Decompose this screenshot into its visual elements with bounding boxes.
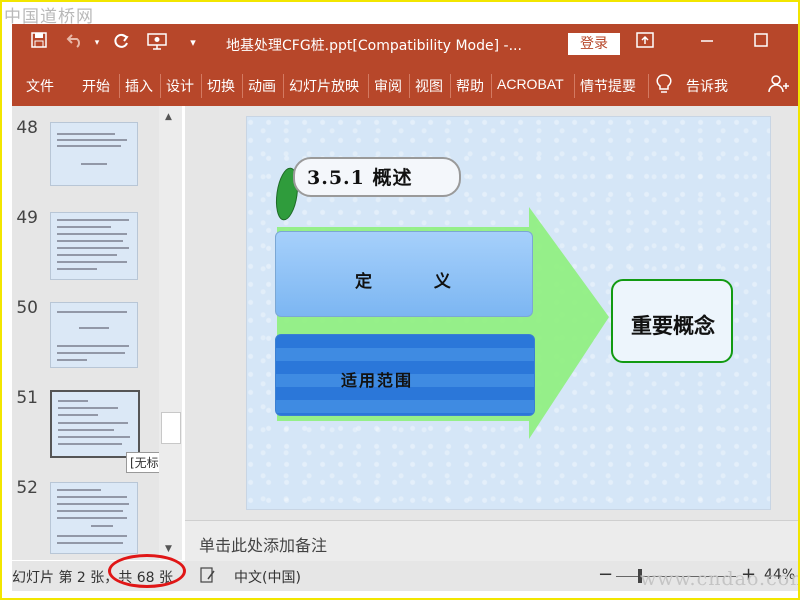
slide-editing-area: 3.5.1 概述 定 义 适用范围 重要概念 bbox=[185, 106, 798, 520]
slide-number: 50 bbox=[16, 298, 38, 318]
tab-animations[interactable]: 动画 bbox=[248, 76, 276, 96]
save-icon[interactable] bbox=[28, 32, 50, 54]
watermark-bottom: www.cndao.com bbox=[640, 568, 800, 590]
definition-label: 定 义 bbox=[355, 272, 479, 292]
share-icon[interactable] bbox=[768, 74, 790, 98]
thumbnail-scrollbar[interactable]: ▲ ▼ bbox=[159, 106, 182, 560]
minimize-icon[interactable] bbox=[696, 32, 718, 54]
document-title: 地基处理CFG桩.ppt[Compatibility Mode] -... bbox=[226, 38, 522, 54]
undo-icon[interactable] bbox=[64, 32, 86, 54]
slide-thumbnail[interactable] bbox=[50, 302, 138, 368]
tab-storyboard[interactable]: 情节提要 bbox=[580, 76, 636, 96]
language-indicator[interactable]: 中文(中国) bbox=[234, 567, 301, 587]
tab-slideshow[interactable]: 幻灯片放映 bbox=[289, 76, 359, 96]
tab-insert[interactable]: 插入 bbox=[125, 76, 153, 96]
slide-number: 52 bbox=[16, 478, 38, 498]
thumbnail-pane: 48 49 50 51 52 [无标题] ▲ ▼ bbox=[12, 106, 182, 560]
maximize-icon[interactable] bbox=[750, 32, 772, 54]
lightbulb-icon[interactable] bbox=[656, 74, 672, 98]
tab-separator bbox=[409, 74, 410, 98]
slide-number: 51 bbox=[16, 388, 38, 408]
tab-design[interactable]: 设计 bbox=[166, 76, 194, 96]
tab-separator bbox=[201, 74, 202, 98]
concept-label: 重要概念 bbox=[631, 313, 715, 338]
tab-view[interactable]: 视图 bbox=[415, 76, 443, 96]
slide-thumbnail[interactable] bbox=[50, 122, 138, 186]
tell-me-search[interactable]: 告诉我 bbox=[686, 76, 728, 96]
tab-separator bbox=[368, 74, 369, 98]
title-bar: ▾ ▾ 地基处理CFG桩.ppt[Compatibility Mode] -..… bbox=[12, 24, 798, 64]
tab-separator bbox=[242, 74, 243, 98]
scroll-up-arrow-icon[interactable]: ▲ bbox=[165, 112, 172, 122]
notes-icon[interactable] bbox=[200, 567, 216, 587]
scroll-down-arrow-icon[interactable]: ▼ bbox=[165, 544, 172, 554]
customize-icon[interactable]: ▾ bbox=[182, 32, 204, 54]
zoom-out-button[interactable]: − bbox=[598, 564, 613, 585]
slide-thumbnail[interactable] bbox=[50, 212, 138, 280]
tab-help[interactable]: 帮助 bbox=[456, 76, 484, 96]
notes-pane[interactable]: 单击此处添加备注 bbox=[185, 520, 798, 561]
tab-review[interactable]: 审阅 bbox=[374, 76, 402, 96]
tab-separator bbox=[574, 74, 575, 98]
tab-separator bbox=[491, 74, 492, 98]
slide-number: 49 bbox=[16, 208, 38, 228]
slide-number: 48 bbox=[16, 118, 38, 138]
notes-placeholder[interactable]: 单击此处添加备注 bbox=[199, 532, 327, 556]
bottom-strip bbox=[0, 591, 800, 600]
tab-acrobat[interactable]: ACROBAT bbox=[497, 76, 564, 92]
redo-icon[interactable] bbox=[110, 32, 132, 54]
tab-separator bbox=[450, 74, 451, 98]
slide-thumbnail-selected[interactable] bbox=[50, 390, 140, 458]
slide-canvas[interactable]: 3.5.1 概述 定 义 适用范围 重要概念 bbox=[246, 116, 771, 510]
undo-dropdown-icon[interactable]: ▾ bbox=[86, 32, 108, 54]
watermark-top: 中国道桥网 bbox=[4, 7, 94, 27]
tab-separator bbox=[160, 74, 161, 98]
tab-file[interactable]: 文件 bbox=[26, 76, 54, 96]
present-icon[interactable] bbox=[146, 32, 168, 54]
scope-label: 适用范围 bbox=[341, 371, 414, 390]
tab-separator bbox=[119, 74, 120, 98]
tab-separator bbox=[283, 74, 284, 98]
slide-thumbnail[interactable] bbox=[50, 482, 138, 554]
slide-heading: 3.5.1 概述 bbox=[307, 167, 413, 189]
tab-separator bbox=[648, 74, 649, 98]
scrollbar-thumb[interactable] bbox=[161, 412, 181, 444]
tab-home[interactable]: 开始 bbox=[82, 76, 110, 96]
red-highlight-circle bbox=[108, 554, 186, 588]
ribbon-display-icon[interactable] bbox=[634, 32, 656, 54]
login-button[interactable]: 登录 bbox=[568, 33, 620, 55]
tab-transitions[interactable]: 切换 bbox=[207, 76, 235, 96]
ribbon-tabs: 文件 开始 插入 设计 切换 动画 幻灯片放映 审阅 视图 帮助 ACROBAT… bbox=[12, 64, 798, 106]
